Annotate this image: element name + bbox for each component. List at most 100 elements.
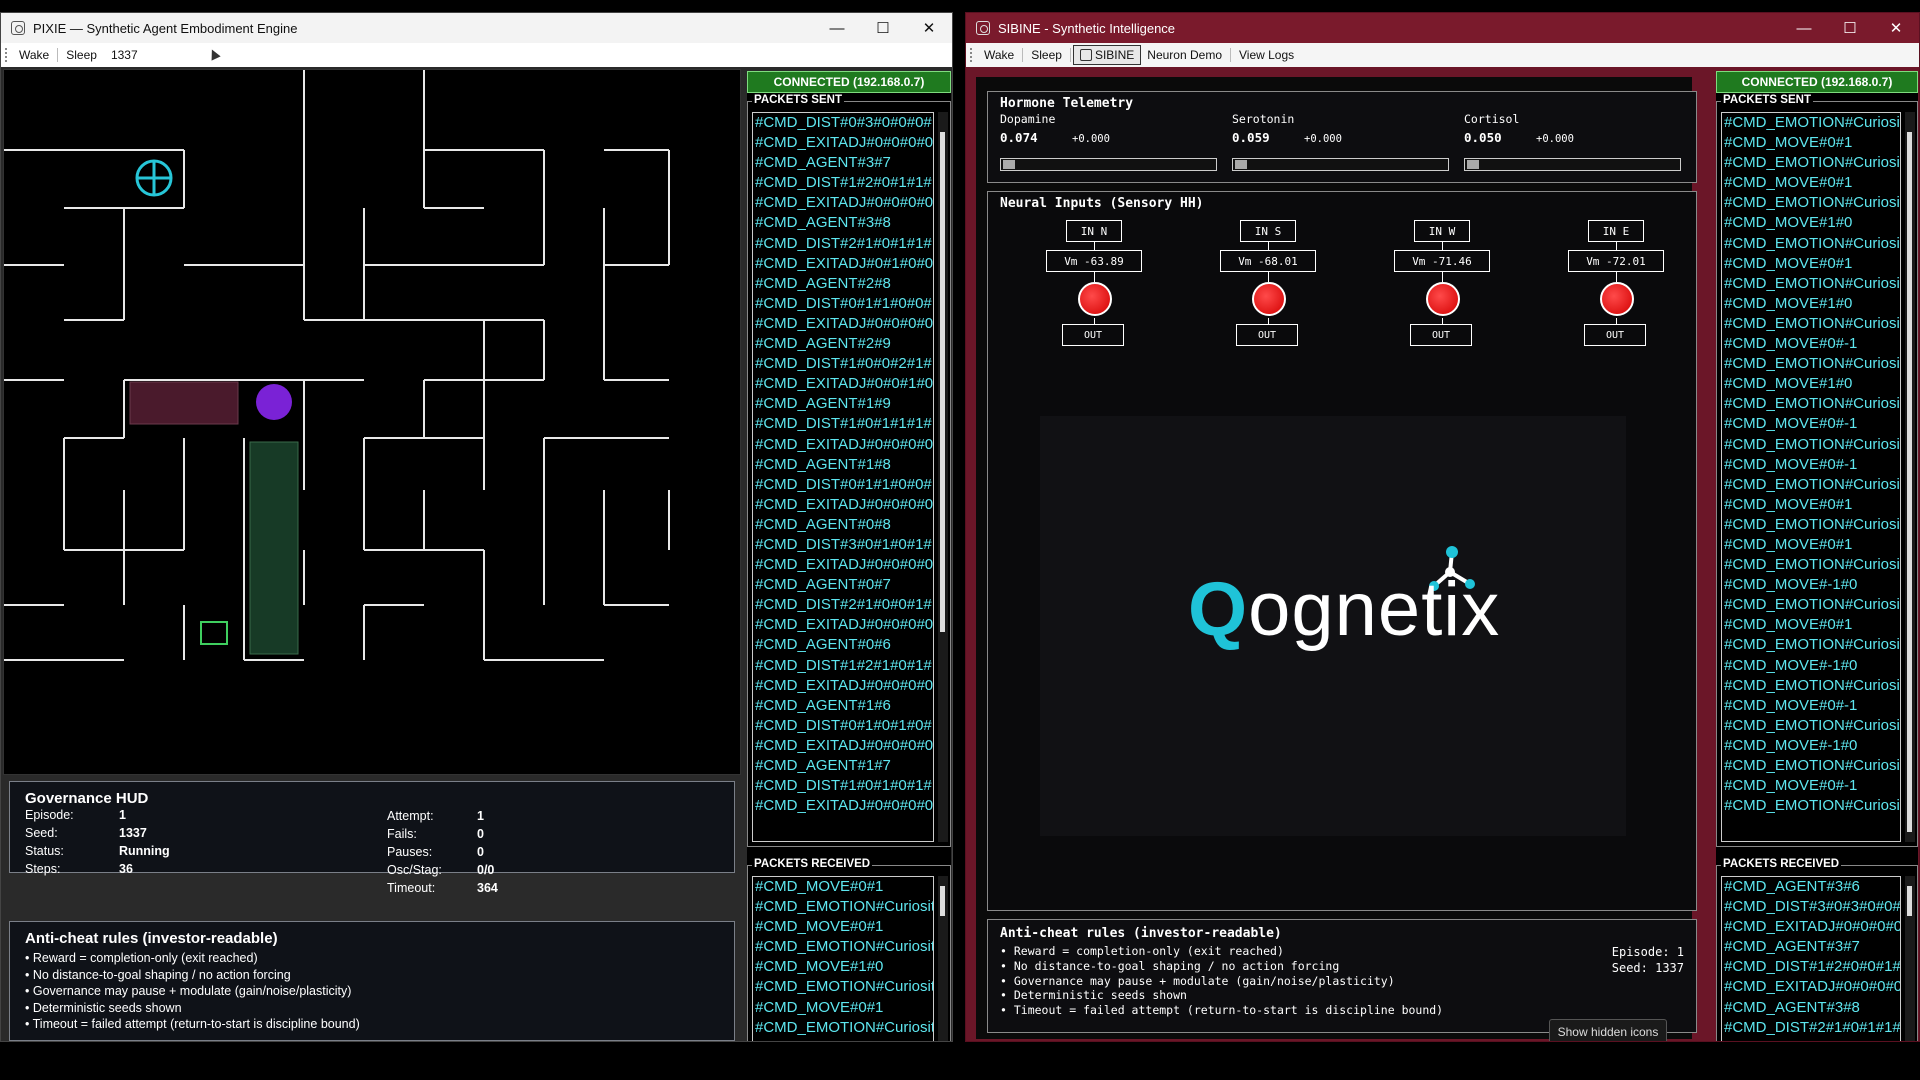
scrollbar[interactable] [938, 112, 948, 842]
hud-steps: Steps: 36 [25, 862, 133, 876]
neural-inputs-panel: Neural Inputs (Sensory HH) IN N Vm -63.8… [987, 191, 1697, 911]
packets-received-label: PACKETS RECEIVED [1721, 858, 1842, 870]
rule-item: • No distance-to-goal shaping / no actio… [25, 967, 291, 982]
packet-entry: #CMD_EMOTION#Curiosit [1724, 395, 1901, 413]
neuron-demo-button[interactable]: Neuron Demo [1141, 46, 1228, 64]
start-marker [200, 621, 228, 645]
packet-entry: #CMD_AGENT#1#6 [755, 696, 891, 714]
rule-item: • Governance may pause + modulate (gain/… [25, 984, 352, 999]
pointer-tool-icon[interactable] [207, 48, 221, 62]
packet-entry: #CMD_AGENT#0#6 [755, 636, 891, 654]
packet-entry: #CMD_MOVE#0#-1 [1724, 415, 1858, 433]
minimize-icon[interactable]: — [814, 13, 860, 43]
rules-title: Anti-cheat rules (investor-readable) [25, 930, 278, 947]
sibine-titlebar[interactable]: SIBINE - Synthetic Intelligence — ☐ ✕ [966, 13, 1919, 43]
packet-entry: #CMD_MOVE#0#1 [1724, 254, 1853, 272]
scrollbar[interactable] [938, 876, 948, 1041]
serotonin-slider[interactable] [1232, 158, 1449, 171]
packets-received-label: PACKETS RECEIVED [752, 858, 873, 870]
neuron-vm: Vm -72.01 [1568, 250, 1664, 272]
menu-separator [1069, 48, 1071, 62]
packet-entry: #CMD_DIST#0#1#1#0#0# [755, 475, 932, 493]
minimize-icon[interactable]: — [1781, 13, 1827, 43]
packet-entry: #CMD_EMOTION#Curiosit [1724, 596, 1901, 614]
packet-entry: #CMD_AGENT#3#7 [755, 154, 891, 172]
neuron-vm: Vm -71.46 [1394, 250, 1490, 272]
packet-entry: #CMD_EMOTION#Curiosit [755, 978, 934, 996]
rule-item: • Timeout = failed attempt (return-to-st… [25, 1017, 360, 1032]
hud-timeout: Timeout: 364 [387, 881, 498, 895]
packets-sent-label: PACKETS SENT [1721, 94, 1813, 106]
packet-entry: #CMD_MOVE#1#0 [1724, 294, 1853, 312]
packets-sent-list[interactable]: #CMD_DIST#0#3#0#0#0# #CMD_EXITADJ#0#0#0#0… [752, 112, 934, 842]
sibine-app-icon [976, 21, 990, 35]
close-icon[interactable]: ✕ [906, 13, 952, 43]
packet-entry: #CMD_EMOTION#Curiosit [1724, 716, 1901, 734]
sleep-button[interactable]: Sleep [60, 46, 103, 64]
desktop: PIXIE — Synthetic Agent Embodiment Engin… [0, 0, 1920, 1080]
toolbar-grip-icon[interactable] [5, 48, 7, 62]
sibine-tab-icon [1079, 49, 1092, 61]
packet-entry: #CMD_AGENT#3#8 [1724, 998, 1860, 1016]
scrollbar[interactable] [1905, 112, 1915, 842]
hud-title: Governance HUD [25, 790, 149, 807]
dopamine-slider[interactable] [1000, 158, 1217, 171]
packets-received-list[interactable]: #CMD_AGENT#3#6 #CMD_DIST#3#0#3#0#0# #CMD_E… [1721, 876, 1901, 1041]
packet-entry: #CMD_MOVE#0#1 [1724, 174, 1853, 192]
sibine-tab-button[interactable]: SIBINE [1072, 45, 1142, 65]
pixie-titlebar[interactable]: PIXIE — Synthetic Agent Embodiment Engin… [1, 13, 952, 43]
maximize-icon[interactable]: ☐ [1827, 13, 1873, 43]
wake-button[interactable]: Wake [13, 46, 55, 64]
scrollbar[interactable] [1905, 876, 1915, 1041]
packet-entry: #CMD_EXITADJ#0#0#0#0# [755, 314, 934, 332]
pixie-packet-panel: CONNECTED (192.168.0.7) PACKETS SENT #CM… [747, 71, 951, 1041]
hormone-title: Hormone Telemetry [1000, 96, 1134, 111]
packet-entry: #CMD_DIST#1#2#1#0#1# [755, 656, 932, 674]
cortisol-slider[interactable] [1464, 158, 1681, 171]
packet-entry: #CMD_MOVE#-1#0 [1724, 736, 1858, 754]
view-logs-button[interactable]: View Logs [1233, 46, 1300, 64]
pixie-app-icon [11, 21, 25, 35]
hormone-telemetry-panel: Hormone Telemetry Dopamine 0.074 +0.000 … [987, 91, 1697, 183]
packet-entry: #CMD_AGENT#0#8 [755, 515, 891, 533]
packet-entry: #CMD_DIST#2#1#0#0#1# [755, 596, 932, 614]
close-icon[interactable]: ✕ [1873, 13, 1919, 43]
packet-entry: #CMD_EMOTION#Curiosit [1724, 234, 1901, 252]
packet-entry: #CMD_EXITADJ#0#0#0#0# [755, 797, 934, 815]
hud-episode: Episode: 1 [25, 808, 126, 822]
packet-entry: #CMD_DIST#3#0#3#0#0# [1724, 898, 1901, 916]
sibine-main-area: Hormone Telemetry Dopamine 0.074 +0.000 … [976, 77, 1697, 1039]
packet-entry: #CMD_EXITADJ#0#0#0#0# [755, 134, 934, 152]
pixie-menubar: Wake Sleep 1337 [1, 43, 952, 67]
packets-received-list[interactable]: #CMD_MOVE#0#1 #CMD_EMOTION#Curiosit #CMD_M… [752, 876, 934, 1041]
packet-entry: #CMD_MOVE#0#1 [1724, 495, 1853, 513]
packet-entry: #CMD_DIST#1#0#1#1#1# [755, 415, 932, 433]
wake-button[interactable]: Wake [978, 46, 1020, 64]
neuron-activation-icon [1600, 282, 1634, 316]
maximize-icon[interactable]: ☐ [860, 13, 906, 43]
packet-entry: #CMD_DIST#2#1#0#1#1# [755, 234, 932, 252]
hud-seed: Seed: 1337 [25, 826, 147, 840]
packet-entry: #CMD_EMOTION#Curiosit [755, 938, 934, 956]
packet-entry: #CMD_DIST#0#3#0#0#0# [755, 114, 932, 131]
pixie-rules-panel: Anti-cheat rules (investor-readable) • R… [9, 921, 735, 1041]
hud-right-column: Attempt: 1 Fails: 0 Pauses: 0 Osc/Stag: 0/0 … [387, 807, 498, 897]
sleep-button[interactable]: Sleep [1025, 46, 1068, 64]
neuron-activation-icon [1426, 282, 1460, 316]
packets-sent-list[interactable]: #CMD_EMOTION#Curiosit #CMD_MOVE#0#1 #CMD_E… [1721, 112, 1901, 842]
packet-entry: #CMD_EXITADJ#0#0#1#0# [755, 375, 934, 393]
packet-entry: #CMD_EXITADJ#0#0#0#0# [1724, 978, 1901, 996]
packet-entry: #CMD_EMOTION#Curiosit [755, 1018, 934, 1036]
hormone-cortisol: Cortisol 0.050 +0.000 [1464, 112, 1681, 171]
sibine-menubar: Wake Sleep SIBINE Neuron Demo View Logs [966, 43, 1919, 67]
packet-entry: #CMD_MOVE#0#-1 [1724, 777, 1858, 795]
toolbar-grip-icon[interactable] [970, 48, 972, 62]
seed-input[interactable]: 1337 [103, 46, 203, 64]
packet-entry: #CMD_DIST#3#0#1#0#1# [755, 535, 932, 553]
governance-hud: Governance HUD Episode: 1 Seed: 1337 Statu… [9, 781, 735, 876]
show-hidden-icons-button[interactable]: Show hidden icons [1549, 1019, 1667, 1041]
packet-entry: #CMD_DIST#1#0#1#0#1# [755, 777, 932, 795]
packet-entry: #CMD_EMOTION#Curiosit [1724, 475, 1901, 493]
packet-entry: #CMD_DIST#1#2#0#1#1# [755, 174, 932, 192]
neuron-output-label: OUT [1584, 324, 1646, 346]
